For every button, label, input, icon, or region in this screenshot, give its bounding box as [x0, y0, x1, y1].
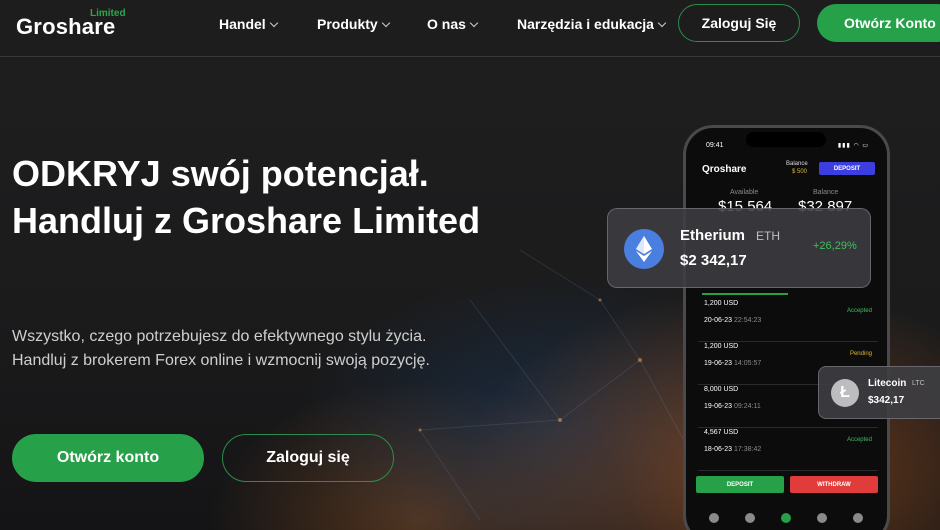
phone-nav-item: [804, 513, 840, 529]
hero-login-button[interactable]: Zaloguj się: [222, 434, 394, 482]
crypto-name: Etherium: [680, 227, 746, 244]
phone-mockup: 09:41 ▮▮▮ ◠ ▭ Qroshare Balance $ 500 DEP…: [683, 125, 890, 530]
ethereum-price-card: Etherium ETH $2 342,17 +26,29%: [607, 208, 871, 288]
transaction-time: 14:05:57: [733, 360, 762, 367]
transaction-datetime: 19-06-23 14:05:57: [704, 360, 761, 367]
nav-item-produkty[interactable]: Produkty: [317, 15, 390, 33]
phone-nav-item: [732, 513, 768, 529]
transaction-row: 4,567 USD 18-06-23 17:38:42 Accepted: [698, 429, 878, 471]
nav-item-label: Handel: [219, 16, 266, 32]
open-account-button[interactable]: Otwórz Konto: [817, 4, 940, 42]
litecoin-icon: Ł: [831, 379, 859, 407]
ethereum-icon: [624, 229, 664, 269]
transaction-amount: 4,567 USD: [704, 429, 739, 436]
transaction-status: Accepted: [846, 437, 872, 443]
nav-item-narzedzia[interactable]: Narzędzia i edukacja: [517, 15, 667, 33]
crypto-price: $342,17: [868, 395, 905, 406]
profile-icon: [853, 513, 863, 523]
phone-nav-item: [768, 513, 804, 529]
groshare-logo[interactable]: Groshare Limited: [16, 8, 126, 42]
chevron-down-icon: [657, 18, 667, 27]
phone-withdraw-action: WITHDRAW: [790, 476, 878, 493]
signal-battery-icon: ▮▮▮ ◠ ▭: [837, 143, 869, 149]
hero-open-account-button[interactable]: Otwórz konto: [12, 434, 204, 482]
nav-item-label: Narzędzia i edukacja: [517, 16, 654, 32]
phone-nav-item: [840, 513, 876, 529]
transaction-status: Pending: [849, 351, 872, 357]
logo-subtext: Limited: [90, 8, 126, 19]
crypto-symbol: ETH: [756, 229, 780, 243]
phone-deposit-button: DEPOSIT: [819, 162, 875, 175]
phone-balance-value: $ 500: [792, 169, 808, 175]
transaction-amount: 1,200 USD: [704, 300, 739, 307]
transaction-time: 09:24:11: [733, 403, 761, 410]
litecoin-price-card: Ł Litecoin LTC $342,17: [818, 366, 940, 419]
top-navbar: Groshare Limited Handel Produkty O nas N…: [0, 0, 940, 57]
settings-icon: [817, 513, 827, 523]
chevron-down-icon: [269, 18, 278, 27]
hero-subtitle-line: Handluj z brokerem Forex online i wzmocn…: [12, 352, 430, 369]
transaction-time: 17:38:42: [733, 446, 762, 453]
phone-available-label: Available: [730, 189, 759, 196]
transaction-date: 18-06-23: [704, 446, 733, 453]
transaction-datetime: 18-06-23 17:38:42: [704, 446, 761, 453]
nav-item-label: Produkty: [317, 16, 378, 32]
nav-item-handel[interactable]: Handel: [219, 15, 278, 33]
login-button[interactable]: Zaloguj Się: [678, 4, 800, 42]
phone-deposit-action: DEPOSIT: [696, 476, 784, 493]
transaction-time: 22:54:23: [733, 317, 762, 324]
home-icon: [709, 513, 719, 523]
chevron-down-icon: [469, 18, 479, 27]
chart-icon: [745, 513, 755, 523]
phone-notch: [746, 132, 826, 147]
transaction-date: 20-06-23: [704, 317, 733, 324]
hero-subtitle: Wszystko, czego potrzebujesz do efektywn…: [12, 325, 492, 373]
crypto-name: Litecoin: [868, 378, 907, 389]
nav-item-label: O nas: [427, 16, 466, 32]
crypto-change: +26,29%: [813, 240, 857, 252]
transaction-amount: 1,200 USD: [704, 343, 739, 350]
transaction-amount: 8,000 USD: [704, 386, 739, 393]
phone-tab-indicator: [702, 293, 788, 295]
phone-bottom-nav: [696, 513, 876, 529]
crypto-price: $2 342,17: [680, 252, 747, 269]
hero-subtitle-line: Wszystko, czego potrzebujesz do efektywn…: [12, 328, 427, 345]
transaction-status: Accepted: [846, 308, 872, 314]
transaction-date: 19-06-23: [704, 360, 733, 367]
phone-balance-label: Balance: [786, 161, 808, 167]
phone-balance2-label: Balance: [813, 189, 839, 196]
transaction-datetime: 20-06-23 22:54:23: [704, 317, 761, 324]
transaction-date: 19-06-23: [704, 403, 733, 410]
chevron-down-icon: [381, 18, 390, 27]
phone-time: 09:41: [706, 142, 724, 149]
transaction-row: 1,200 USD 20-06-23 22:54:23 Accepted: [698, 300, 878, 342]
transaction-datetime: 19-06-23 09:24:11: [704, 403, 761, 410]
crypto-symbol: LTC: [912, 380, 925, 387]
hero-title: ODKRYJ swój potencjał. Handluj z Groshar…: [12, 153, 481, 241]
phone-nav-item: [696, 513, 732, 529]
nav-item-o-nas[interactable]: O nas: [427, 15, 479, 33]
phone-logo: Qroshare: [702, 164, 747, 175]
wallet-icon: [781, 513, 791, 523]
